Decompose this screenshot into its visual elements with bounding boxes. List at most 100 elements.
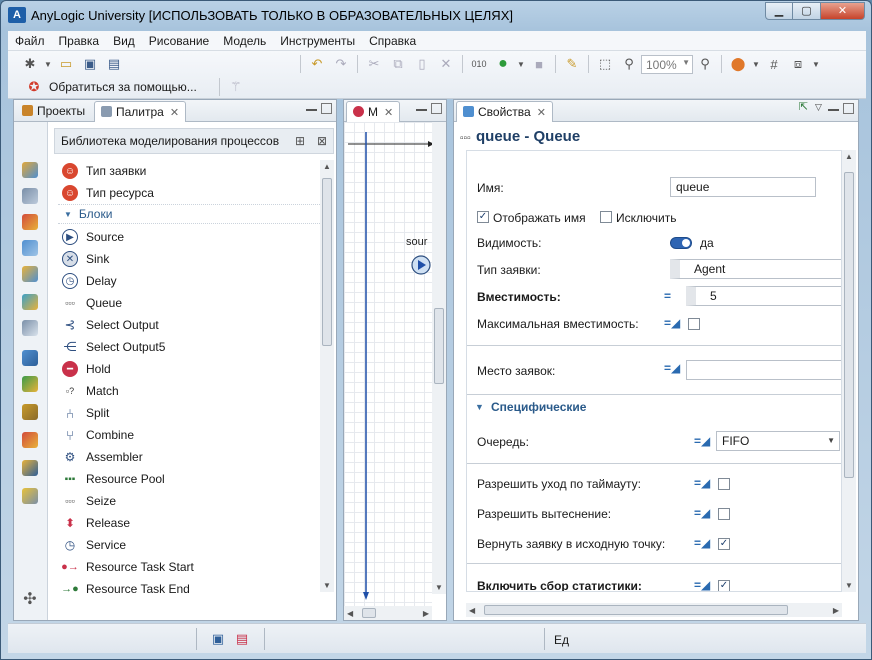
list-item[interactable]: ●→ Resource Task Start <box>58 556 320 578</box>
close-button[interactable]: ✕ <box>821 2 865 20</box>
list-item[interactable]: ⚙ Assembler <box>58 446 320 468</box>
close-tab-icon[interactable]: ✕ <box>384 107 393 119</box>
list-item[interactable]: ▫▫▫ Seize <box>58 490 320 512</box>
tab-projects[interactable]: Проекты <box>16 101 91 122</box>
console-icon[interactable]: ▣ <box>207 629 229 649</box>
grid-icon[interactable]: # <box>763 54 785 74</box>
palette-category-icon[interactable] <box>22 488 38 504</box>
stats-checkbox[interactable]: ✓ <box>718 580 730 591</box>
undo-icon[interactable]: ↶ <box>306 54 328 74</box>
queue-order-dropdown[interactable]: FIFO ▼ <box>716 431 840 451</box>
location-pin-icon[interactable]: ⬤ <box>727 54 749 74</box>
location-field[interactable] <box>686 360 841 380</box>
palette-category-icon[interactable] <box>22 188 38 204</box>
save-icon[interactable]: ▣ <box>79 54 101 74</box>
maximize-panel-icon[interactable] <box>431 103 442 114</box>
stop-icon[interactable]: ■ <box>528 54 550 74</box>
list-item[interactable]: ▪▪▪ Resource Pool <box>58 468 320 490</box>
dropdown-arrow-icon[interactable]: ▼ <box>43 54 53 74</box>
new-model-icon[interactable]: ✱ <box>19 54 41 74</box>
list-item[interactable]: ▫▫▫ Queue <box>58 292 320 314</box>
debug-icon[interactable]: ✎ <box>561 54 583 74</box>
list-item[interactable]: ☺ Тип ресурса <box>58 182 320 204</box>
help-link[interactable]: Обратиться за помощью... <box>49 80 197 94</box>
properties-hscroll[interactable]: ◀ ▶ <box>466 603 842 617</box>
close-tab-icon[interactable]: ✕ <box>170 107 179 119</box>
list-item[interactable]: →● Resource Task End <box>58 578 320 600</box>
view-mode-icon[interactable]: ⊞ <box>295 134 305 148</box>
layers-icon[interactable]: ⧈ <box>787 54 809 74</box>
properties-vscroll[interactable]: ▲ ▼ <box>842 150 856 592</box>
run-icon[interactable]: ● <box>492 54 514 74</box>
palette-category-icon[interactable] <box>22 214 38 230</box>
return-checkbox[interactable]: ✓ <box>718 538 730 550</box>
zoom-in-icon[interactable]: ⚲ <box>694 54 716 74</box>
redo-icon[interactable]: ↷ <box>330 54 352 74</box>
timeout-checkbox[interactable] <box>718 478 730 490</box>
pin-dropdown-icon[interactable]: ▼ <box>751 54 761 74</box>
scrollbar-thumb[interactable] <box>434 308 444 384</box>
list-item[interactable]: ⑃ Split <box>58 402 320 424</box>
run-dropdown-icon[interactable]: ▼ <box>516 54 526 74</box>
preempt-checkbox[interactable] <box>718 508 730 520</box>
tab-palette[interactable]: Палитра ✕ <box>94 101 187 122</box>
list-item[interactable]: ━ Hold <box>58 358 320 380</box>
close-tab-icon[interactable]: ✕ <box>537 107 546 119</box>
list-item[interactable]: ☺ Тип заявки <box>58 160 320 182</box>
build-icon[interactable]: 010 <box>468 54 490 74</box>
list-item[interactable]: ⋲ Select Output5 <box>58 336 320 358</box>
menu-draw[interactable]: Рисование <box>142 31 216 50</box>
align-dropdown-icon[interactable]: ▼ <box>811 54 821 74</box>
minimize-panel-icon[interactable] <box>416 104 427 111</box>
cut-icon[interactable]: ✂ <box>363 54 385 74</box>
minimize-panel-icon[interactable] <box>306 104 317 111</box>
palette-group-blocks[interactable]: ▼ Блоки <box>58 204 320 224</box>
open-icon[interactable]: ▭ <box>55 54 77 74</box>
zoom-field[interactable]: 100% ▼ <box>641 54 693 74</box>
pin-view-icon[interactable]: ⇱ <box>798 102 809 114</box>
exclude-checkbox[interactable] <box>600 211 612 223</box>
maximize-panel-icon[interactable] <box>843 103 854 114</box>
close-library-icon[interactable]: ⊠ <box>317 134 327 148</box>
agent-type-field[interactable]: Agent <box>670 259 841 279</box>
palette-category-icon[interactable] <box>22 320 38 336</box>
palette-category-icon[interactable] <box>22 376 38 392</box>
palette-category-icon[interactable] <box>22 460 38 476</box>
static-value-icon[interactable]: =◢ <box>664 316 680 330</box>
static-value-icon[interactable]: =◢ <box>694 476 710 490</box>
menu-model[interactable]: Модель <box>216 31 273 50</box>
zoom-out-icon[interactable]: ⚲ <box>618 54 640 74</box>
problems-icon[interactable]: ▤ <box>231 629 253 649</box>
menu-file[interactable]: Файл <box>8 31 52 50</box>
tab-model-editor[interactable]: M ✕ <box>346 101 401 122</box>
static-value-icon[interactable]: =◢ <box>694 434 710 448</box>
menu-view[interactable]: Вид <box>106 31 142 50</box>
minimize-button[interactable]: ▁ <box>765 2 793 20</box>
editor-hscroll[interactable]: ◀ ▶ <box>344 606 432 620</box>
list-item[interactable]: ▫? Match <box>58 380 320 402</box>
tab-properties[interactable]: Свойства ✕ <box>456 101 553 122</box>
name-field[interactable]: queue <box>670 177 816 197</box>
list-item[interactable]: ⊰ Select Output <box>58 314 320 336</box>
save-all-icon[interactable]: ▤ <box>103 54 125 74</box>
menu-tools[interactable]: Инструменты <box>273 31 362 50</box>
visibility-toggle[interactable] <box>670 237 692 249</box>
add-palette-icon[interactable]: ✣ <box>22 592 38 608</box>
list-item[interactable]: ◷ Service <box>58 534 320 556</box>
delete-icon[interactable]: ✕ <box>435 54 457 74</box>
capacity-field[interactable]: 5 <box>686 286 841 306</box>
scrollbar-thumb[interactable] <box>484 605 788 615</box>
palette-category-icon[interactable] <box>22 266 38 282</box>
menu-help[interactable]: Справка <box>362 31 423 50</box>
palette-category-icon[interactable] <box>22 432 38 448</box>
zoom-fit-icon[interactable]: ⬚ <box>594 54 616 74</box>
minimize-panel-icon[interactable] <box>828 104 839 111</box>
maximize-panel-icon[interactable] <box>321 103 332 114</box>
menu-edit[interactable]: Правка <box>52 31 107 50</box>
show-name-checkbox[interactable]: ✓ <box>477 211 489 223</box>
max-capacity-checkbox[interactable] <box>688 318 700 330</box>
palette-category-icon[interactable] <box>22 294 38 310</box>
paste-icon[interactable]: ▯ <box>411 54 433 74</box>
static-value-icon[interactable]: =◢ <box>694 536 710 550</box>
palette-scrollbar[interactable]: ▲ ▼ <box>320 160 334 592</box>
